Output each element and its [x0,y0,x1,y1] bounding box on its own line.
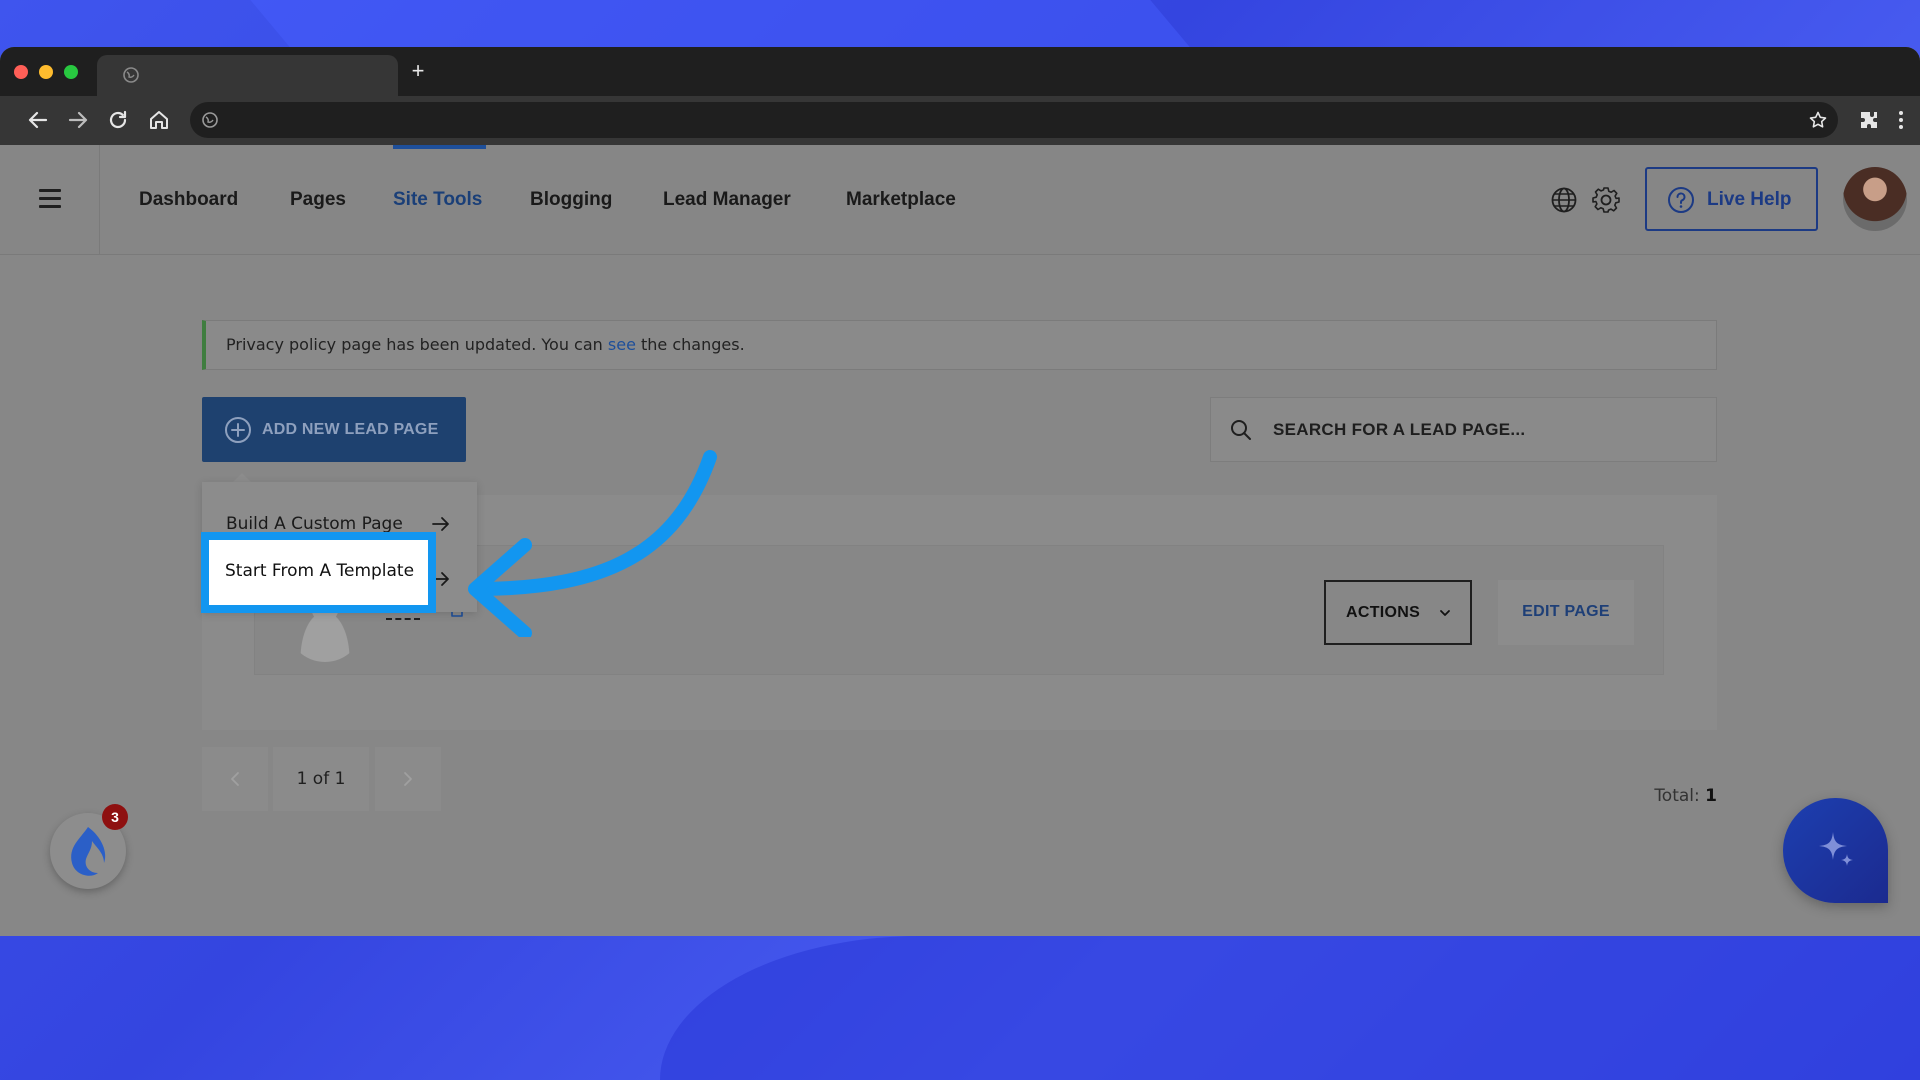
address-bar[interactable] [190,102,1838,138]
total-value: 1 [1705,786,1717,806]
edit-page-label: EDIT PAGE [1522,603,1610,620]
total-count: Total: 1 [1654,786,1717,806]
nav-dashboard[interactable]: Dashboard [139,187,238,213]
sparkle-icon [1819,832,1853,866]
previous-page-button[interactable] [202,747,268,811]
chevron-right-icon [404,772,412,786]
actions-label: ACTIONS [1346,604,1421,621]
start-from-template-label: Start From A Template [225,561,415,581]
ai-assistant-button[interactable] [1783,798,1888,903]
star-icon[interactable] [1808,110,1828,130]
chevron-down-icon [1440,610,1450,616]
minimize-window-button[interactable] [39,65,53,79]
globe-icon [123,67,139,83]
home-icon[interactable] [147,108,171,132]
background-shape [660,936,1920,1080]
page-indicator: 1 of 1 [273,747,369,811]
active-tab-indicator [393,145,486,149]
browser-tab[interactable] [97,55,398,96]
edit-page-button[interactable]: EDIT PAGE [1498,580,1634,645]
close-window-button[interactable] [14,65,28,79]
nav-lead-manager[interactable]: Lead Manager [663,187,791,213]
annotation-arrow-icon [468,450,717,637]
globe-icon [202,112,218,128]
extensions-icon[interactable] [1857,108,1881,132]
nav-pages[interactable]: Pages [290,187,346,213]
hamburger-icon [39,189,61,209]
maximize-window-button[interactable] [64,65,78,79]
back-icon[interactable] [26,108,50,132]
reload-icon[interactable] [106,108,130,132]
privacy-notice: Privacy policy page has been updated. Yo… [202,320,1717,370]
notification-badge: 3 [102,804,128,830]
nav-blogging[interactable]: Blogging [530,187,612,213]
arrow-right-icon [432,517,449,531]
nav-site-tools[interactable]: Site Tools [393,187,482,213]
nav-marketplace[interactable]: Marketplace [846,187,956,213]
add-new-lead-page-label: ADD NEW LEAD PAGE [262,421,439,438]
chevron-left-icon [231,772,239,786]
next-page-button[interactable] [375,747,441,811]
notice-see-link[interactable]: see [608,335,636,354]
search-lead-page[interactable] [1210,397,1717,462]
notice-text: Privacy policy page has been updated. Yo… [226,335,745,354]
new-tab-button[interactable]: + [408,60,428,82]
menu-item-start-from-template[interactable]: Start From A Template [201,532,436,613]
live-help-button[interactable]: Live Help [1645,167,1818,231]
question-circle-icon [1668,187,1694,213]
forward-icon[interactable] [66,108,90,132]
avatar[interactable] [1843,167,1907,231]
search-icon [1231,420,1251,440]
browser-tab-bar: + [0,47,1920,96]
browser-window: + Dashboard Pages Site Tools Blogging Le… [0,47,1920,936]
search-input[interactable] [1273,413,1693,447]
menu-toggle[interactable] [0,145,100,255]
plus-circle-icon [225,417,251,443]
language-globe-icon[interactable] [1549,185,1579,215]
kebab-menu-icon[interactable] [1891,108,1911,132]
settings-gear-icon[interactable] [1591,185,1621,215]
background-shape [250,0,1190,47]
live-help-label: Live Help [1707,189,1792,210]
browser-toolbar [0,96,1920,145]
add-new-lead-page-button[interactable]: ADD NEW LEAD PAGE [202,397,466,462]
actions-dropdown-button[interactable]: ACTIONS [1324,580,1472,645]
top-navigation: Dashboard Pages Site Tools Blogging Lead… [0,145,1920,255]
